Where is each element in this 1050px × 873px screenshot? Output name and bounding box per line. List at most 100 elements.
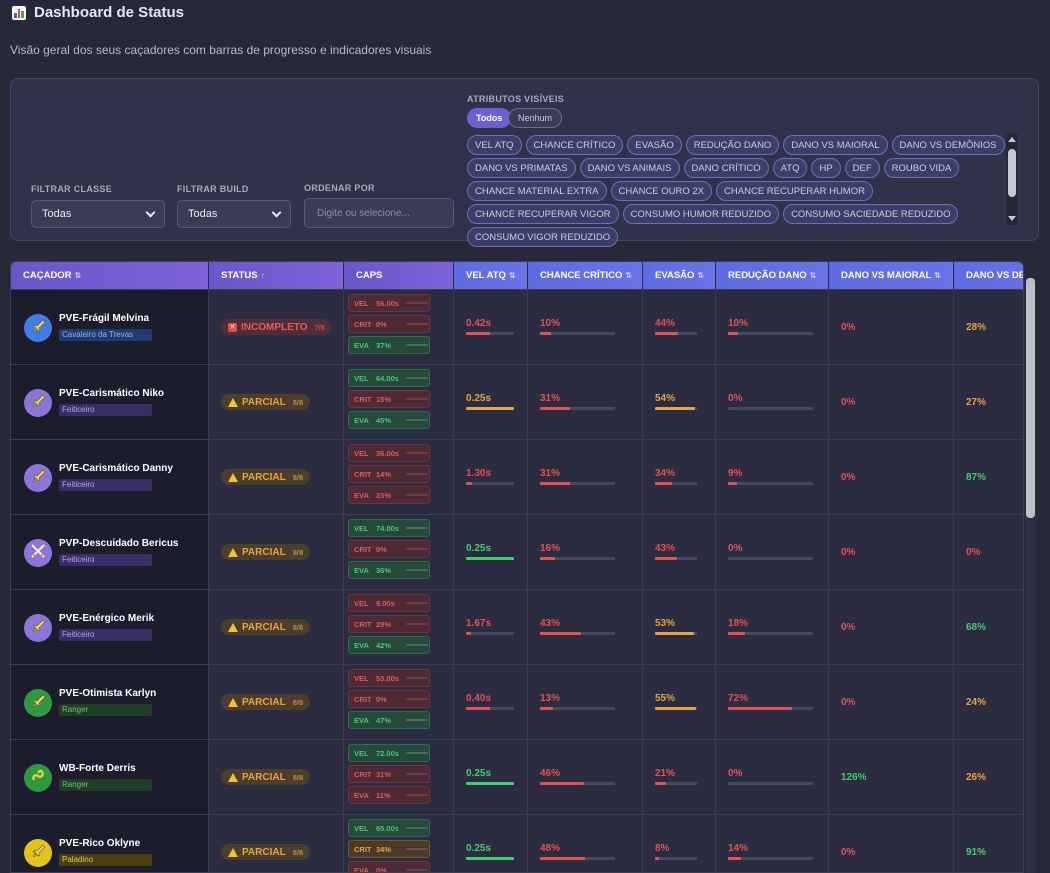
cap-bar — [406, 719, 428, 721]
attribute-chip[interactable]: DEF — [844, 158, 880, 178]
cap-indicator: EVA 36% — [348, 561, 430, 579]
attribute-chip[interactable]: CONSUMO SACIEDADE REDUZIDO — [783, 204, 959, 224]
attribute-chip[interactable]: ATQ — [772, 158, 808, 178]
cap-value: 36% — [376, 565, 392, 575]
warning-icon — [228, 847, 238, 857]
class-filter-select[interactable]: Todas — [31, 200, 165, 228]
sort-icon[interactable]: ⇅ — [625, 271, 632, 280]
attribute-chip[interactable]: CHANCE MATERIAL EXTRA — [467, 181, 607, 201]
cap-indicator: EVA 11% — [348, 786, 430, 804]
cap-bar — [406, 398, 428, 400]
cap-indicator: CRIT 0% — [348, 315, 430, 333]
attribute-chip[interactable]: CONSUMO HUMOR REDUZIDO — [622, 204, 780, 224]
cap-label: EVA — [354, 415, 369, 425]
column-header[interactable]: EVASÃO ⇅ — [643, 262, 716, 289]
status-badge: PARCIAL 8/8 — [221, 394, 311, 410]
status-cell: PARCIAL 8/8 — [209, 515, 344, 590]
hunter-cell[interactable]: PVE-Carismático Danny Feiticeiro — [11, 440, 209, 515]
avatar — [24, 539, 52, 567]
avatar — [24, 689, 52, 717]
attribute-chip[interactable]: CHANCE CRÍTICO — [525, 135, 624, 155]
column-header[interactable]: CAPS — [344, 262, 454, 289]
attributes-scrollbar[interactable] — [1006, 133, 1018, 225]
scroll-up-icon[interactable] — [1008, 137, 1016, 142]
hunter-cell[interactable]: PVE-Frágil Melvina Cavaleiro da Trevas — [11, 290, 209, 365]
column-header[interactable]: CAÇADOR ⇅ — [11, 262, 209, 289]
cap-value: 65.00s — [376, 823, 399, 833]
stat-cell: 0% — [716, 515, 829, 590]
select-all-button[interactable]: Todos — [467, 108, 512, 128]
sort-icon[interactable]: ⇅ — [810, 271, 817, 280]
select-none-button[interactable]: Nenhum — [508, 108, 563, 128]
attribute-chip[interactable]: CONSUMO VIGOR REDUZIDO — [467, 227, 619, 247]
cap-value: 53.00s — [376, 673, 399, 683]
attribute-chip[interactable]: DANO VS ANIMAIS — [579, 158, 680, 178]
stat-bar — [655, 857, 697, 860]
caps-cell: VEL 53.00s CRIT 0% EVA 47% — [344, 665, 454, 740]
cap-label: VEL — [354, 373, 369, 383]
attribute-chip[interactable]: EVASÃO — [627, 135, 682, 155]
column-header[interactable]: STATUS ↑ — [209, 262, 344, 289]
column-header[interactable]: DANO VS DEMÔNIOS⇅ — [954, 262, 1023, 289]
sort-input[interactable]: Digite ou selecione... — [304, 198, 454, 228]
stat-cell: 1.30s — [454, 440, 528, 515]
hunter-cell[interactable]: PVE-Carismático Niko Feiticeiro — [11, 365, 209, 440]
table-scroll-thumb[interactable] — [1026, 278, 1035, 518]
stat-cell: 24% — [954, 665, 1023, 740]
attribute-chip[interactable]: HP — [811, 158, 841, 178]
cap-value: 11% — [376, 790, 391, 800]
stat-cell: 87% — [954, 440, 1023, 515]
hunter-cell[interactable]: PVE-Otimista Karlyn Ranger — [11, 665, 209, 740]
stat-bar — [466, 557, 514, 560]
page-subtitle: Visão geral dos seus caçadores com barra… — [10, 43, 432, 57]
attribute-chip[interactable]: CHANCE RECUPERAR HUMOR — [716, 181, 873, 201]
stat-bar — [540, 482, 615, 485]
attribute-chip[interactable]: DANO VS DEMÔNIOS — [891, 135, 1005, 155]
column-header[interactable]: DANO VS MAIORAL ⇅ — [829, 262, 954, 289]
column-header[interactable]: REDUÇÃO DANO ⇅ — [716, 262, 829, 289]
attribute-chip[interactable]: VEL ATQ — [467, 135, 522, 155]
cap-label: CRIT — [354, 544, 372, 554]
hunter-cell[interactable]: PVE-Enérgico Merik Feiticeiro — [11, 590, 209, 665]
scroll-down-icon[interactable] — [1008, 216, 1016, 221]
attribute-chip[interactable]: DANO CRÍTICO — [683, 158, 769, 178]
column-header[interactable]: VEL ATQ ⇅ — [454, 262, 528, 289]
build-filter-select[interactable]: Todas — [177, 200, 291, 228]
stat-cell: 0.42s — [454, 290, 528, 365]
stat-bar-fill — [655, 707, 696, 710]
scroll-thumb[interactable] — [1008, 149, 1016, 197]
hunter-class-badge: Feiticeiro — [59, 404, 152, 416]
sort-icon[interactable]: ⇅ — [697, 271, 704, 280]
stat-value: 0% — [841, 697, 856, 708]
attribute-chip[interactable]: DANO VS PRIMATAS — [467, 158, 576, 178]
stat-bar — [466, 332, 514, 335]
attribute-chip[interactable]: ROUBO VIDA — [883, 158, 960, 178]
hunter-cell[interactable]: PVE-Rico Oklyne Paladino — [11, 815, 209, 872]
sort-icon[interactable]: ⇅ — [75, 271, 82, 280]
cap-label: VEL — [354, 748, 369, 758]
avatar — [24, 464, 52, 492]
attribute-chip[interactable]: CHANCE RECUPERAR VIGOR — [467, 204, 619, 224]
hunter-cell[interactable]: WB-Forte Derris Ranger — [11, 740, 209, 815]
stat-cell: 34% — [643, 440, 716, 515]
sort-icon[interactable]: ⇅ — [509, 271, 516, 280]
sort-icon[interactable]: ⇅ — [934, 271, 941, 280]
stat-bar — [540, 557, 615, 560]
stat-bar-fill — [540, 782, 584, 785]
stat-value: 14% — [728, 843, 749, 854]
attribute-chip[interactable]: CHANCE OURO 2X — [610, 181, 713, 201]
stat-value: 10% — [728, 318, 749, 329]
table-scrollbar[interactable] — [1025, 278, 1036, 873]
stat-value: 0% — [966, 547, 981, 558]
attribute-chip[interactable]: REDUÇÃO DANO — [685, 135, 780, 155]
stat-value: 43% — [655, 543, 676, 554]
hunter-cell[interactable]: PVP-Descuidado Bericus Feiticeiro — [11, 515, 209, 590]
sort-icon[interactable]: ↑ — [261, 271, 265, 280]
attribute-chip[interactable]: DANO VS MAIORAL — [783, 135, 888, 155]
column-header[interactable]: CHANCE CRÍTICO ⇅ — [528, 262, 643, 289]
stat-bar — [540, 407, 615, 410]
stat-value: 24% — [966, 697, 987, 708]
status-cell: PARCIAL 8/8 — [209, 365, 344, 440]
column-header-label: EVASÃO — [655, 270, 695, 281]
avatar — [24, 839, 52, 867]
